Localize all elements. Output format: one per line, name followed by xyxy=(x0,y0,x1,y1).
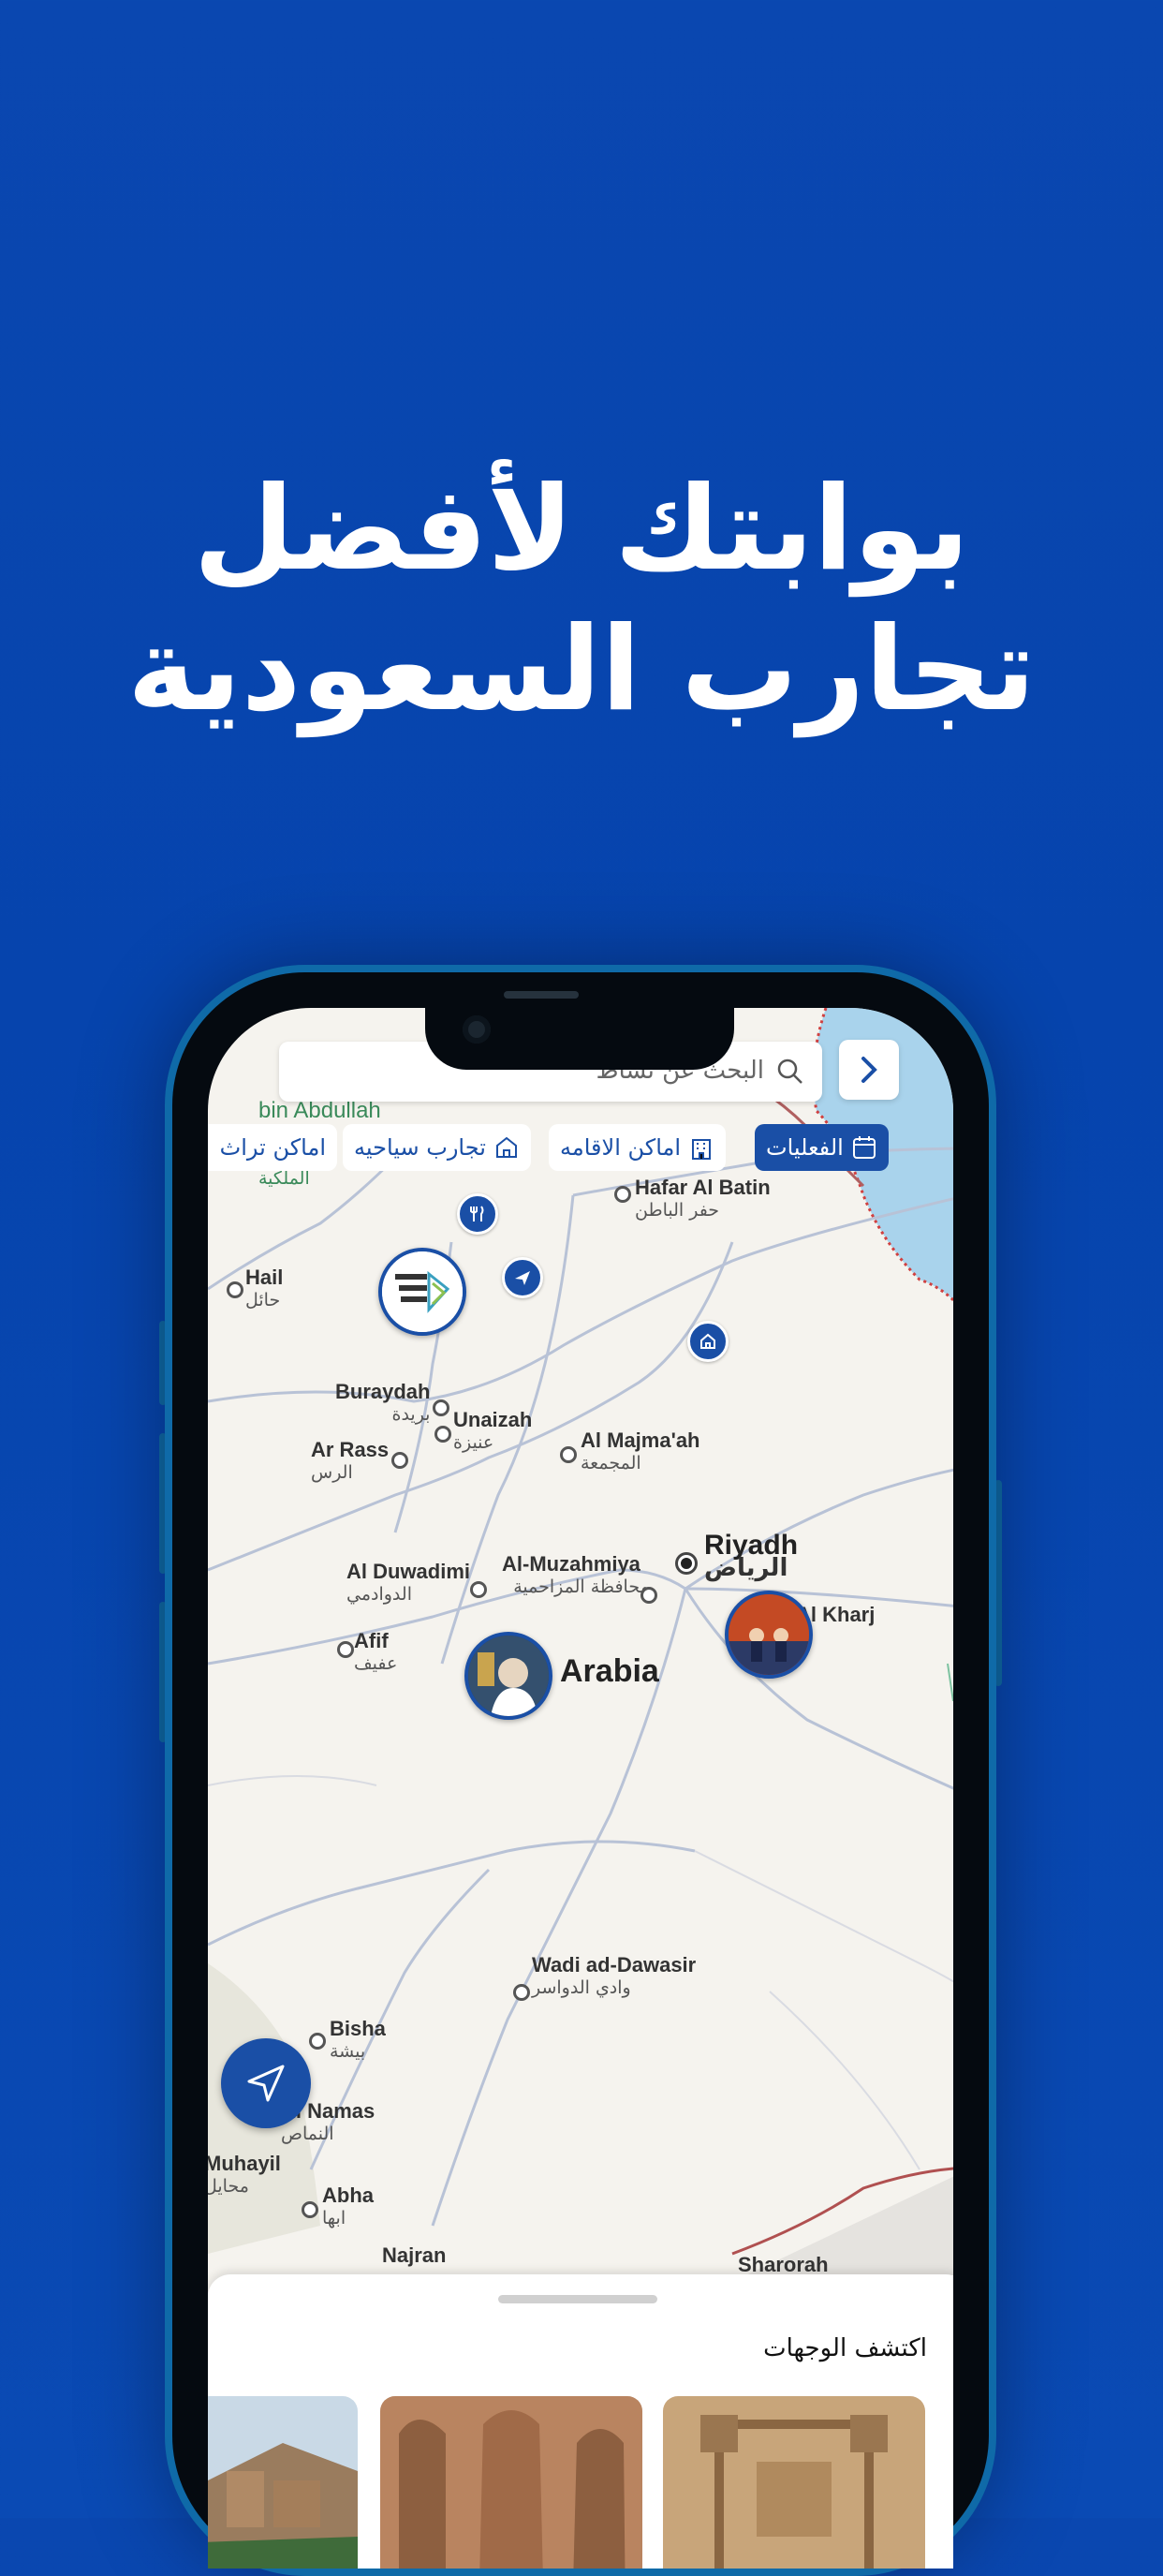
map-label-sharorah: Sharorah xyxy=(738,2253,829,2276)
map-city-dot xyxy=(614,1186,631,1203)
map-label-muhayil: Muhayil محايل xyxy=(208,2152,281,2198)
map-label-buraydah: Buraydah بريدة xyxy=(335,1380,431,1426)
chip-events[interactable]: الفعليات xyxy=(755,1124,889,1171)
map-label-arabia: Arabia xyxy=(560,1653,659,1689)
chip-heritage-places[interactable]: اماكن تراث xyxy=(208,1124,337,1171)
stage-show-image xyxy=(729,1594,809,1675)
destination-card[interactable] xyxy=(208,2396,358,2569)
map-label-afif: Afif عفيف xyxy=(354,1629,398,1675)
back-button[interactable] xyxy=(839,1040,899,1100)
destination-card[interactable] xyxy=(663,2396,925,2569)
map-label-riyadh: Riyadh الرياض xyxy=(704,1530,799,1582)
phone-speaker xyxy=(504,991,579,999)
chip-events-label: الفعليات xyxy=(766,1134,844,1161)
airplane-icon xyxy=(515,1271,530,1285)
map-base xyxy=(208,1008,953,2282)
map-label-hail: Hail حائل xyxy=(245,1266,284,1311)
map-city-dot xyxy=(337,1641,354,1658)
chip-accommodation-label: اماكن الاقامه xyxy=(560,1134,682,1161)
chip-heritage-places-label: اماكن تراث xyxy=(219,1134,326,1161)
hotel-icon xyxy=(692,1139,712,1160)
map-view[interactable]: Hafar Al Batin حفر الباطن Hail حائل Burayd… xyxy=(208,1008,953,2282)
sheet-title: اكتشف الوجهات xyxy=(763,2334,927,2362)
map-city-dot xyxy=(302,2201,318,2218)
sheet-drag-handle[interactable] xyxy=(498,2295,657,2303)
tour-icon xyxy=(700,1333,715,1349)
map-label-al-muzahmiya: Al-Muzahmiya محافظة المزاحمية xyxy=(502,1552,650,1598)
locate-me-button[interactable] xyxy=(221,2038,311,2128)
map-city-dot xyxy=(560,1446,577,1463)
map-pin-food[interactable] xyxy=(457,1193,498,1235)
search-icon xyxy=(777,1059,802,1084)
headline-line-1: بوابتك لأفضل xyxy=(193,462,970,597)
headline-line-2: تجارب السعودية xyxy=(126,602,1037,737)
conference-logo-image xyxy=(382,1251,463,1332)
rock-formation-photo-image xyxy=(380,2396,642,2569)
map-event-pin-show[interactable] xyxy=(725,1591,813,1679)
phone-bezel: Hafar Al Batin حفر الباطن Hail حائل Burayd… xyxy=(172,972,989,2569)
map-city-dot xyxy=(391,1452,408,1469)
map-label-ar-rass: Ar Rass الرس xyxy=(311,1438,390,1484)
map-city-dot xyxy=(434,1426,451,1443)
village-photo-image xyxy=(208,2396,358,2569)
fort-photo-image xyxy=(663,2396,925,2569)
tour-icon xyxy=(495,1136,517,1158)
chip-tourism-experiences[interactable]: تجارب سياحيه xyxy=(343,1124,531,1171)
calendar-icon xyxy=(852,1136,876,1159)
destination-card[interactable] xyxy=(380,2396,642,2569)
map-label-al-duwadimi: Al Duwadimi الدوادمي xyxy=(346,1560,471,1606)
map-city-dot xyxy=(640,1587,657,1604)
map-event-pin-concert[interactable] xyxy=(464,1632,552,1720)
map-event-pin-conference[interactable] xyxy=(378,1248,466,1336)
navigation-arrow-icon xyxy=(247,2065,285,2102)
map-city-dot xyxy=(433,1399,449,1416)
map-label-hafar-al-batin: Hafar Al Batin حفر الباطن xyxy=(635,1176,771,1221)
map-city-dot xyxy=(470,1581,487,1598)
chip-tourism-experiences-label: تجارب سياحيه xyxy=(354,1134,486,1161)
phone-notch xyxy=(425,1008,734,1070)
map-city-dot xyxy=(227,1281,243,1298)
headline: بوابتك لأفضل تجارب السعودية xyxy=(0,459,1163,740)
map-city-dot xyxy=(513,1984,530,2001)
chip-accommodation[interactable]: اماكن الاقامه xyxy=(549,1124,727,1171)
app-screen: Hafar Al Batin حفر الباطن Hail حائل Burayd… xyxy=(208,1008,953,2569)
map-label-abha: Abha ابها xyxy=(322,2184,374,2229)
map-city-dot xyxy=(309,2033,326,2050)
map-pin-tour[interactable] xyxy=(687,1321,729,1362)
map-pin-flight[interactable] xyxy=(502,1257,543,1298)
map-label-unaizah: Unaizah عنيزة xyxy=(453,1408,533,1454)
map-label-al-majmaah: Al Majma'ah المجمعة xyxy=(581,1429,700,1474)
map-label-wadi-ad-dawasir: Wadi ad-Dawasir وادي الدواسر xyxy=(532,1953,697,1999)
phone-mockup: Hafar Al Batin حفر الباطن Hail حائل Burayd… xyxy=(165,965,996,2576)
chevron-right-icon xyxy=(861,1057,877,1083)
map-label-najran: Najran xyxy=(382,2243,447,2267)
map-label-bisha: Bisha بيشة xyxy=(330,2017,386,2063)
destinations-sheet[interactable]: اكتشف الوجهات xyxy=(208,2274,953,2569)
riyadh-city-marker xyxy=(678,1555,695,1572)
fork-knife-icon xyxy=(470,1206,484,1221)
front-camera xyxy=(463,1015,491,1044)
singer-photo-image xyxy=(468,1636,549,1716)
